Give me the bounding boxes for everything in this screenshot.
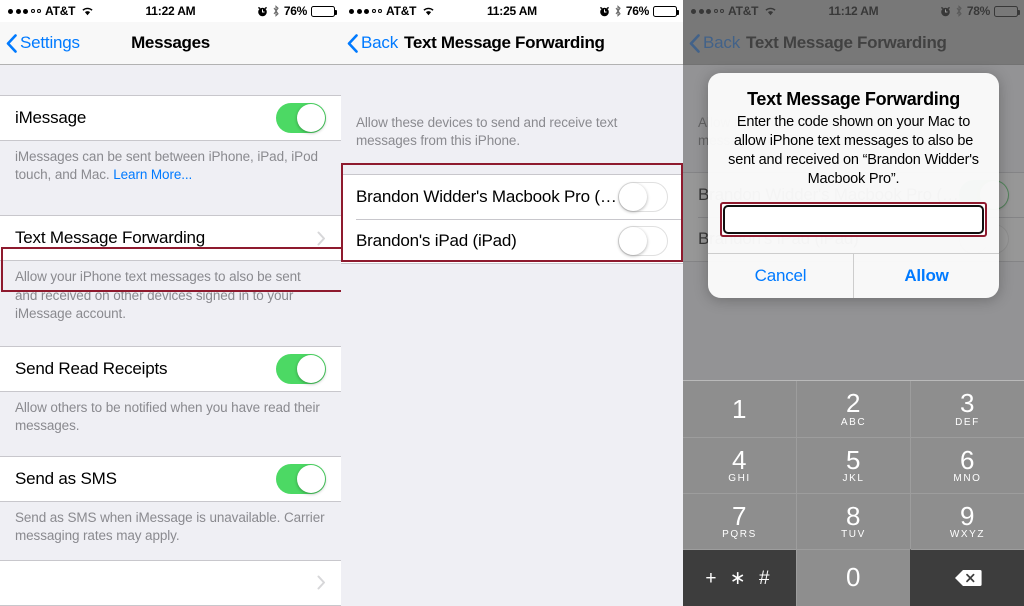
key-8-number: 8 — [846, 500, 861, 531]
code-entry-dialog: Text Message Forwarding Enter the code s… — [708, 73, 999, 299]
chevron-left-icon — [347, 33, 358, 53]
dialog-input-wrap — [708, 188, 999, 253]
partial-group-bottom — [0, 559, 341, 606]
row-device-ipad[interactable]: Brandon's iPad (iPad) — [341, 219, 683, 264]
read-receipts-group: Send Read Receipts — [0, 346, 341, 393]
dialog-body: Text Message Forwarding Enter the code s… — [708, 73, 999, 188]
nav-bar: Settings Messages — [0, 22, 341, 65]
key-7[interactable]: 7 PQRS — [683, 493, 796, 549]
learn-more-link[interactable]: Learn More... — [113, 167, 192, 182]
annotation-box-code-input — [720, 202, 987, 238]
row-partial-bottom[interactable] — [0, 560, 341, 605]
row-device-macbook[interactable]: Brandon Widder's Macbook Pro (… — [341, 175, 683, 220]
key-5-number: 5 — [846, 444, 861, 475]
key-6-letters: MNO — [953, 473, 982, 485]
footnote-read-receipts: Allow others to be notified when you hav… — [15, 400, 320, 434]
row-label-send-read-receipts: Send Read Receipts — [15, 359, 168, 379]
key-9-letters: WXYZ — [949, 529, 986, 541]
chevron-right-icon — [317, 575, 326, 590]
key-5[interactable]: 5 JKL — [796, 437, 910, 493]
key-6[interactable]: 6 MNO — [910, 437, 1024, 493]
toggle-device-macbook[interactable] — [618, 182, 668, 213]
backspace-icon — [954, 568, 982, 588]
toggle-send-read-receipts[interactable] — [276, 354, 326, 385]
row-label-device-ipad: Brandon's iPad (iPad) — [356, 231, 517, 251]
cancel-button[interactable]: Cancel — [708, 254, 853, 298]
key-0[interactable]: 0 — [796, 549, 910, 606]
allow-button[interactable]: Allow — [853, 254, 999, 299]
panel-forwarding-code-dialog: AT&T 11:12 AM 78% — [683, 0, 1024, 606]
dialog-actions: Cancel Allow — [708, 253, 999, 299]
key-6-number: 6 — [960, 444, 975, 475]
toggle-send-as-sms[interactable] — [276, 463, 326, 494]
row-label-imessage: iMessage — [15, 108, 87, 127]
three-panel-screenshot: AT&T 11:22 AM 76% Settings Messages iMes… — [0, 0, 1024, 606]
panel-messages-settings: AT&T 11:22 AM 76% Settings Messages iMes… — [0, 0, 341, 606]
key-4[interactable]: 4 GHI — [683, 437, 796, 493]
footnote-devices-top: Allow these devices to send and receive … — [356, 115, 618, 149]
keypad-row-2: 4 GHI 5 JKL 6 MNO — [683, 437, 1024, 493]
key-symbols-label: + ∗ # — [705, 567, 774, 589]
key-2[interactable]: 2 ABC — [796, 381, 910, 437]
key-5-letters: JKL — [842, 473, 865, 485]
toggle-device-ipad[interactable] — [618, 226, 668, 257]
key-4-letters: GHI — [728, 473, 751, 485]
key-4-number: 4 — [732, 444, 747, 475]
key-8[interactable]: 8 TUV — [796, 493, 910, 549]
chevron-right-icon — [317, 231, 326, 246]
code-input[interactable] — [722, 204, 985, 236]
row-label-send-as-sms: Send as SMS — [15, 468, 117, 488]
list-top-gap — [0, 65, 341, 95]
key-9-number: 9 — [960, 500, 975, 531]
row-send-as-sms[interactable]: Send as SMS — [0, 456, 341, 501]
row-label-device-macbook: Brandon Widder's Macbook Pro (… — [356, 187, 617, 207]
footnote-send-as-sms: Send as SMS when iMessage is unavailable… — [15, 509, 325, 543]
toggle-imessage[interactable] — [276, 103, 326, 133]
key-7-number: 7 — [732, 500, 747, 531]
key-2-letters: ABC — [840, 416, 867, 428]
key-3-number: 3 — [960, 388, 975, 419]
battery-icon — [311, 5, 337, 17]
status-bar: AT&T 11:25 AM 76% — [341, 0, 683, 22]
imessage-group: iMessage — [0, 95, 341, 141]
key-7-letters: PQRS — [722, 529, 757, 541]
status-bar: AT&T 11:22 AM 76% — [0, 0, 341, 22]
key-1-number: 1 — [732, 393, 747, 424]
send-as-sms-group: Send as SMS — [0, 455, 341, 502]
keypad-row-4: + ∗ # 0 — [683, 549, 1024, 606]
dialog-title: Text Message Forwarding — [747, 89, 960, 109]
footnote-imessage: iMessages can be sent between iPhone, iP… — [0, 141, 341, 184]
row-text-message-forwarding[interactable]: Text Message Forwarding — [0, 216, 341, 261]
key-1[interactable]: 1 — [683, 381, 796, 437]
settings-list: iMessage iMessages can be sent between i… — [0, 65, 341, 606]
key-symbols[interactable]: + ∗ # — [683, 549, 796, 606]
back-button[interactable]: Back — [341, 33, 398, 53]
back-label: Back — [361, 33, 398, 52]
row-send-read-receipts[interactable]: Send Read Receipts — [0, 347, 341, 392]
panel-forwarding-devices: AT&T 11:25 AM 76% Back Text Message Forw… — [341, 0, 683, 606]
row-imessage[interactable]: iMessage — [0, 96, 341, 140]
keypad-row-1: 1 2 ABC 3 DEF — [683, 381, 1024, 437]
dialog-message: Enter the code shown on your Mac to allo… — [728, 114, 979, 187]
key-8-letters: TUV — [841, 529, 866, 541]
devices-group: Brandon Widder's Macbook Pro (… Brandon'… — [341, 174, 683, 265]
battery-icon — [653, 5, 679, 17]
key-backspace[interactable] — [910, 549, 1024, 606]
key-2-number: 2 — [846, 388, 861, 419]
clock-label: 11:22 AM — [145, 4, 196, 18]
forwarding-group: Text Message Forwarding — [0, 215, 341, 262]
page-title: Messages — [131, 33, 210, 52]
key-0-number: 0 — [846, 562, 861, 593]
key-3-letters: DEF — [955, 416, 980, 428]
footnote-forwarding: Allow your iPhone text messages to also … — [15, 269, 301, 321]
keypad-row-3: 7 PQRS 8 TUV 9 WXYZ — [683, 493, 1024, 549]
page-title: Text Message Forwarding — [404, 33, 605, 52]
devices-list: Allow these devices to send and receive … — [341, 65, 683, 606]
nav-bar: Back Text Message Forwarding — [341, 22, 683, 65]
key-3[interactable]: 3 DEF — [910, 381, 1024, 437]
numeric-keypad: 1 2 ABC 3 DEF 4 GHI 5 JKL 6 MNO 7 PQRS 8… — [683, 380, 1024, 606]
clock-label: 11:25 AM — [487, 4, 537, 18]
key-9[interactable]: 9 WXYZ — [910, 493, 1024, 549]
row-label-text-message-forwarding: Text Message Forwarding — [15, 228, 206, 248]
